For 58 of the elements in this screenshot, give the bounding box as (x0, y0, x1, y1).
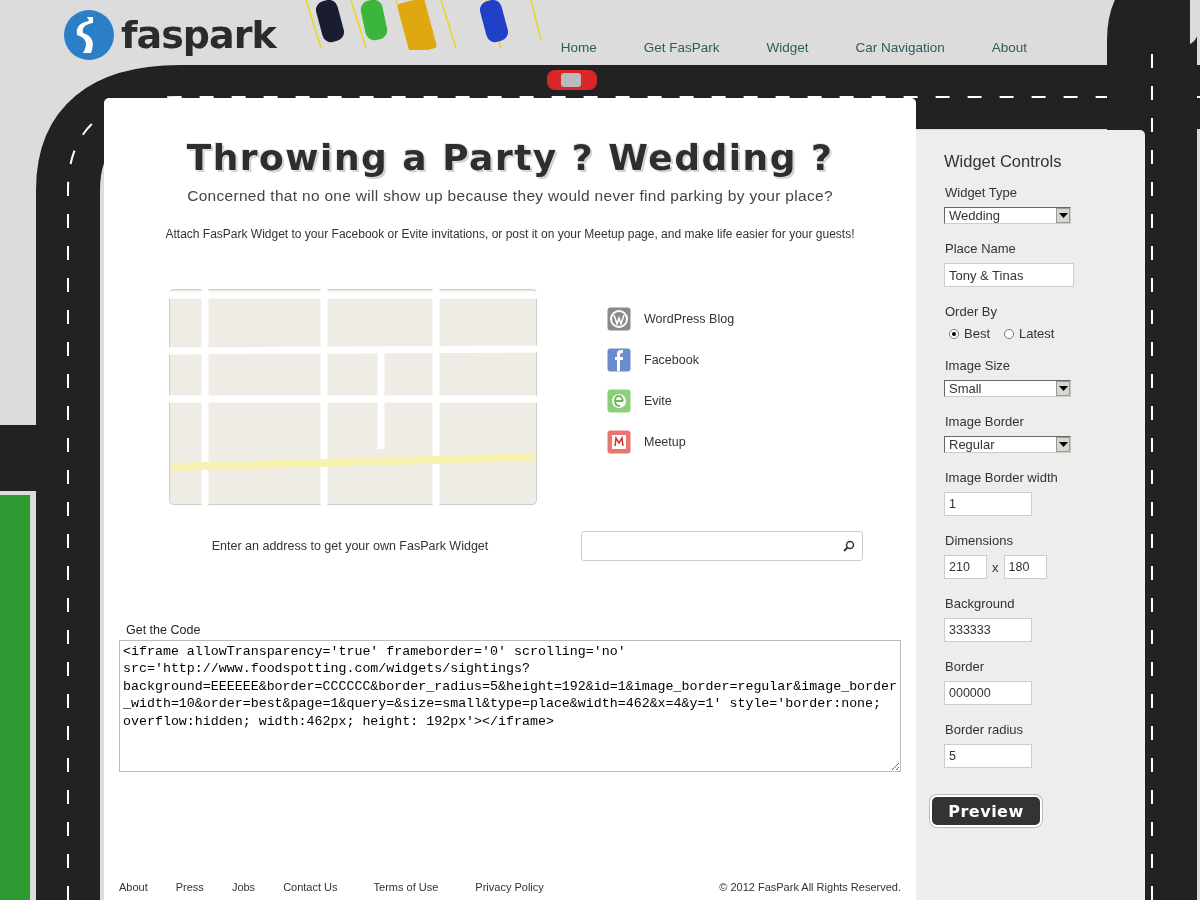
facebook-icon (607, 347, 631, 372)
intro-text: Attach FasPark Widget to your Facebook or Evite invitations, or post it on your Meetup page, and make life easier for your guests! (165, 226, 855, 241)
subtitle: Concerned that no one will show up because they would never find parking by your place? (187, 186, 833, 205)
code-label: Get the Code (126, 622, 201, 637)
text-field[interactable]: Tony & Tinas (944, 263, 1074, 287)
field-label: Place Name (945, 241, 1017, 256)
code-field[interactable]: <iframe allowTransparency='true' frameborder='0' scrolling='no' src='http://www.foodspotting.com/widgets/sightings?background=EEEEEE&border=CCCCCC&border_radius=5&height=192&id=1&image_border=regular&image_border_width=10&order=best&page=1&query=&size=small&type=place&width=462&x=4&y=1' style='border:none; overflow:hidden; width:462px; height: 192px'></iframe> (119, 639, 901, 772)
search-field[interactable] (581, 530, 863, 561)
height-field[interactable]: 180 (1003, 555, 1047, 579)
page-title: Throwing a Party ? Wedding ? (186, 138, 834, 178)
field-label: Widget Type (945, 185, 1019, 200)
copyright-text: © 2012 FasPark All Rights Reserved. (719, 881, 901, 893)
field-label: Image Size (945, 358, 1012, 373)
share-link[interactable]: Meetup (607, 429, 735, 454)
meetup-icon (607, 429, 631, 454)
share-link[interactable]: WordPress Blog (607, 306, 735, 331)
footer-link[interactable]: About (119, 881, 148, 893)
share-link[interactable]: Evite (607, 388, 735, 413)
text-field[interactable]: 1 (944, 492, 1032, 516)
footer-link[interactable]: Jobs (231, 881, 256, 893)
times-sign: x (992, 559, 999, 575)
nav-link[interactable]: Widget (766, 40, 809, 55)
footer-link[interactable]: Terms of Use (373, 881, 439, 893)
evite-icon (607, 388, 631, 413)
text-field[interactable]: 000000 (944, 681, 1032, 705)
radio-option[interactable]: Latest (1004, 326, 1055, 341)
footer-link[interactable]: Privacy Policy (475, 881, 544, 893)
radio-option[interactable]: Best (949, 326, 990, 341)
search-icon[interactable] (843, 539, 855, 552)
dropdown[interactable]: Wedding (944, 207, 1071, 224)
radio-button[interactable] (949, 328, 959, 339)
text-field[interactable]: 333333 (944, 618, 1032, 642)
sidebar-title: Widget Controls (944, 152, 1063, 171)
width-field[interactable]: 210 (944, 555, 987, 579)
field-label: Border (945, 659, 986, 674)
logo-icon (63, 9, 115, 61)
nav-link[interactable]: Home (560, 40, 597, 55)
nav-link[interactable]: About (991, 40, 1028, 55)
field-label: Image Border (945, 414, 1025, 429)
radio-button[interactable] (1004, 328, 1014, 339)
footer-link[interactable]: Contact Us (283, 881, 338, 893)
dropdown[interactable]: Small (944, 380, 1071, 397)
nav-link[interactable]: Get FasPark (643, 40, 720, 55)
dropdown[interactable]: Regular (944, 436, 1071, 453)
field-label: Border radius (945, 722, 1025, 737)
field-label: Dimensions (945, 533, 1014, 548)
field-label: Order By (945, 304, 998, 319)
share-link[interactable]: Facebook (607, 347, 735, 372)
logo-text: faspark (121, 16, 276, 54)
address-label: Enter an address to get your own FasPark Widget (210, 538, 490, 553)
text-field[interactable]: 5 (944, 744, 1032, 768)
field-label: Image Border width (945, 470, 1059, 485)
nav-link[interactable]: Car Navigation (855, 40, 945, 55)
footer-link[interactable]: Press (175, 881, 204, 893)
wordpress-icon (607, 306, 631, 331)
preview-button[interactable]: Preview (930, 795, 1042, 827)
field-label: Background (945, 596, 1016, 611)
car-icon (547, 69, 597, 91)
